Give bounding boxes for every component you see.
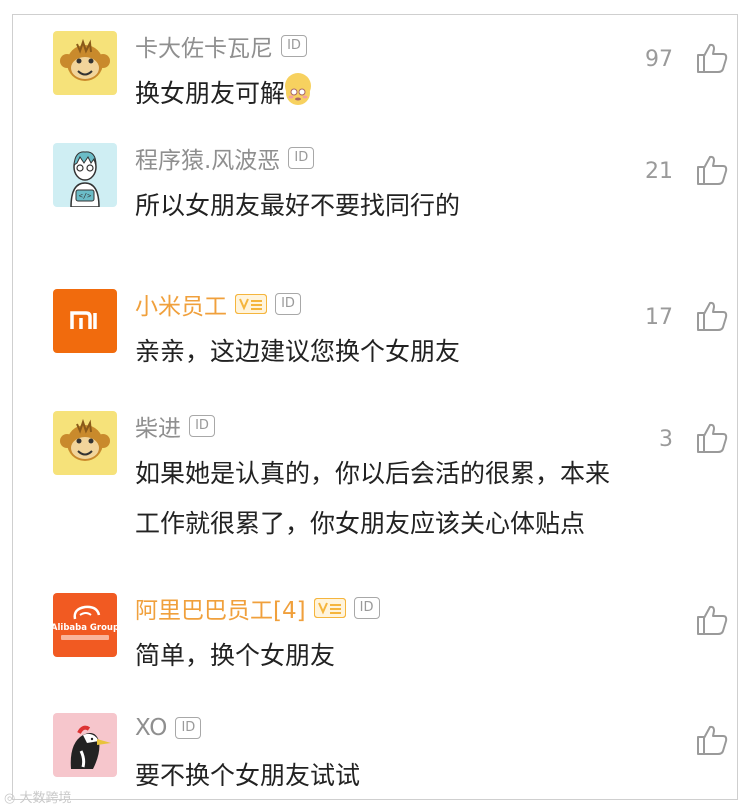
woodpecker-avatar-icon[interactable] (53, 713, 117, 777)
comment-text-line: 工作就很累了，你女朋友应该关心体贴点 (135, 509, 586, 538)
comment-text: 要不换个女朋友试试 (135, 761, 361, 790)
sweat-emoji-icon (285, 73, 312, 105)
alibaba-logo-icon[interactable]: Alibaba Group (53, 593, 117, 657)
comment-header: 小米员工 ID (135, 287, 301, 321)
username[interactable]: 程序猿.风波恶 (135, 141, 280, 175)
programmer-avatar-icon[interactable]: </> (53, 143, 117, 207)
monkey-avatar-icon[interactable] (53, 411, 117, 475)
username[interactable]: 小米员工 (135, 287, 227, 321)
id-badge: ID (288, 147, 315, 169)
xiaomi-logo-icon[interactable] (53, 289, 117, 353)
comment-header: 阿里巴巴员工[4] ID (135, 591, 380, 625)
comment-item: XO ID 要不换个女朋友试试 (53, 713, 743, 799)
thumbs-up-icon[interactable] (695, 153, 729, 187)
comment-text: 简单，换个女朋友 (135, 641, 336, 670)
watermark-text: 大数跨境 (19, 791, 72, 806)
comment-text: 所以女朋友最好不要找同行的 (135, 191, 461, 220)
watermark-logo-icon: ◎ (4, 791, 20, 806)
id-badge: ID (189, 415, 215, 437)
username[interactable]: 柴进 (135, 409, 181, 443)
comment-text-body: 换女朋友可解 (135, 79, 286, 108)
monkey-avatar-icon[interactable] (53, 31, 117, 95)
thumbs-up-icon[interactable] (695, 421, 729, 455)
comment-item: 柴进 ID 3 如果她是认真的，你以后会活的很累，本来 工作就很累了，你女朋友应… (53, 411, 743, 561)
id-badge: ID (275, 293, 301, 315)
thumbs-up-icon[interactable] (695, 603, 729, 637)
alibaba-logo-text: Alibaba Group (53, 623, 117, 633)
username[interactable]: 卡大佐卡瓦尼 (135, 29, 273, 63)
comment-header: XO ID (135, 713, 202, 743)
comment-item: 小米员工 ID 17 亲亲，这边建议您换个女朋友 (53, 289, 743, 389)
comment-item: 卡大佐卡瓦尼 ID 97 换女朋友可解 (53, 31, 743, 131)
svg-text:</>: </> (79, 192, 92, 200)
id-badge: ID (353, 597, 380, 619)
comment-list-frame: 卡大佐卡瓦尼 ID 97 换女朋友可解 </> 程序猿.风波恶 ID 21 所以… (12, 14, 738, 800)
thumbs-up-icon[interactable] (695, 723, 729, 757)
comment-header: 柴进 ID (135, 409, 215, 443)
id-badge: ID (175, 717, 202, 739)
username[interactable]: XO (135, 715, 167, 741)
comment-header: 卡大佐卡瓦尼 ID (135, 29, 307, 63)
verified-badge-icon (235, 294, 267, 314)
comment-text: 换女朋友可解 (135, 69, 695, 119)
thumbs-up-icon[interactable] (695, 299, 729, 333)
id-badge: ID (281, 35, 307, 57)
watermark: ◎ 大数跨境 (4, 787, 72, 806)
username[interactable]: 阿里巴巴员工[4] (135, 591, 306, 625)
comment-header: 程序猿.风波恶 ID (135, 141, 315, 175)
comment-item: Alibaba Group 阿里巴巴员工[4] ID 简单，换个女朋友 (53, 593, 743, 693)
comment-item: </> 程序猿.风波恶 ID 21 所以女朋友最好不要找同行的 (53, 143, 743, 243)
verified-badge-icon (313, 598, 346, 618)
comment-text-line: 如果她是认真的，你以后会活的很累，本来 (135, 459, 611, 488)
thumbs-up-icon[interactable] (695, 41, 729, 75)
comment-text: 如果她是认真的，你以后会活的很累，本来 工作就很累了，你女朋友应该关心体贴点 (135, 449, 695, 549)
comment-text: 亲亲，这边建议您换个女朋友 (135, 337, 461, 366)
